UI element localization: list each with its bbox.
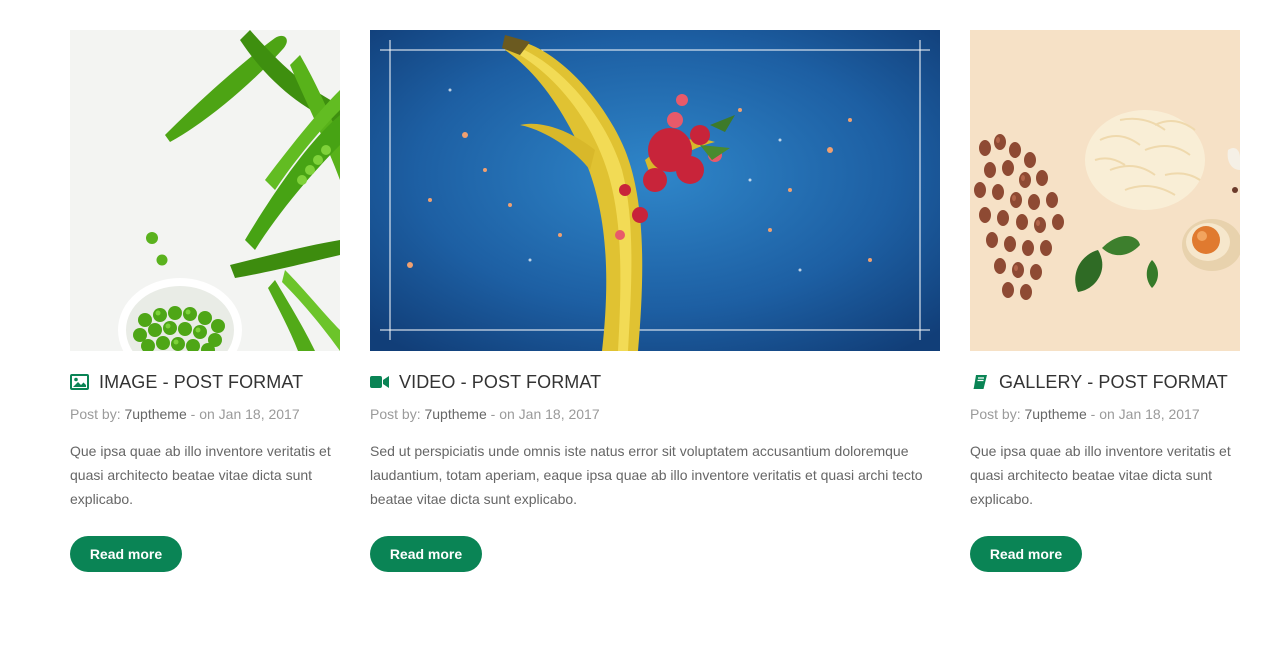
read-more-button[interactable]: Read more xyxy=(370,536,482,572)
post-thumbnail-ingredients[interactable] xyxy=(970,30,1240,351)
post-excerpt: Que ipsa quae ab illo inventore veritati… xyxy=(70,443,331,507)
post-meta: Post by: 7uptheme - on Jan 18, 2017 xyxy=(370,406,940,422)
read-more-button[interactable]: Read more xyxy=(970,536,1082,572)
banana-splash-illustration xyxy=(370,30,940,351)
book-icon xyxy=(970,374,989,390)
post-date: - on Jan 18, 2017 xyxy=(490,406,600,422)
post-excerpt: Sed ut perspiciatis unde omnis iste natu… xyxy=(370,443,923,507)
post-card-video: VIDEO - POST FORMAT Post by: 7uptheme - … xyxy=(370,30,940,572)
post-title-row: IMAGE - POST FORMAT xyxy=(70,371,340,393)
image-icon xyxy=(70,374,89,390)
post-card-image: IMAGE - POST FORMAT Post by: 7uptheme - … xyxy=(70,30,340,572)
post-meta-prefix: Post by: xyxy=(370,406,421,422)
post-card-gallery: GALLERY - POST FORMAT Post by: 7uptheme … xyxy=(970,30,1240,572)
blog-post-grid: IMAGE - POST FORMAT Post by: 7uptheme - … xyxy=(0,0,1276,647)
post-date: - on Jan 18, 2017 xyxy=(190,406,300,422)
post-author-link[interactable]: 7uptheme xyxy=(124,406,186,422)
post-meta-prefix: Post by: xyxy=(70,406,121,422)
post-thumbnail-banana-video[interactable] xyxy=(370,30,940,351)
post-meta-prefix: Post by: xyxy=(970,406,1021,422)
read-more-button[interactable]: Read more xyxy=(70,536,182,572)
post-author-link[interactable]: 7uptheme xyxy=(1024,406,1086,422)
post-excerpt: Que ipsa quae ab illo inventore veritati… xyxy=(970,443,1231,507)
post-meta: Post by: 7uptheme - on Jan 18, 2017 xyxy=(70,406,340,422)
video-camera-icon xyxy=(370,374,389,390)
post-title-row: VIDEO - POST FORMAT xyxy=(370,371,940,393)
post-author-link[interactable]: 7uptheme xyxy=(424,406,486,422)
post-title[interactable]: IMAGE - POST FORMAT xyxy=(99,372,303,393)
peas-illustration xyxy=(70,30,340,351)
post-date: - on Jan 18, 2017 xyxy=(1090,406,1200,422)
ingredients-illustration xyxy=(970,30,1240,351)
post-title[interactable]: GALLERY - POST FORMAT xyxy=(999,372,1228,393)
post-title-row: GALLERY - POST FORMAT xyxy=(970,371,1240,393)
post-meta: Post by: 7uptheme - on Jan 18, 2017 xyxy=(970,406,1240,422)
post-thumbnail-peas[interactable] xyxy=(70,30,340,351)
post-title[interactable]: VIDEO - POST FORMAT xyxy=(399,372,601,393)
